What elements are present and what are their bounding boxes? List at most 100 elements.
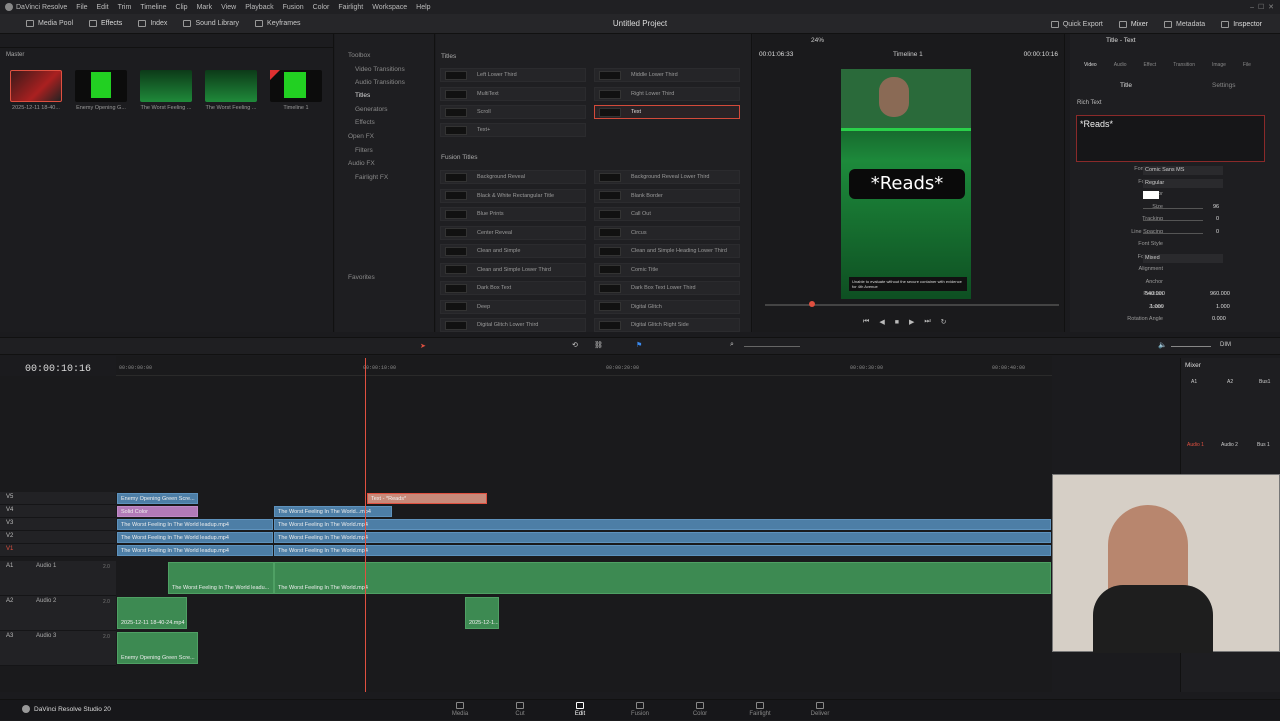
effect-item[interactable]: Left Lower Third bbox=[440, 68, 586, 82]
metadata-button[interactable]: Metadata bbox=[1156, 14, 1213, 34]
toolbox-item[interactable]: Effects bbox=[355, 119, 375, 126]
link-icon[interactable]: ⛓ bbox=[594, 341, 603, 349]
size-value[interactable]: 96 bbox=[1213, 204, 1219, 210]
audio-clip[interactable]: 2025-12-1... bbox=[465, 597, 499, 629]
color-swatch[interactable] bbox=[1143, 191, 1159, 199]
tracking-value[interactable]: 0 bbox=[1216, 216, 1219, 222]
effect-item[interactable]: Scroll bbox=[440, 105, 586, 119]
stop-icon[interactable]: ■ bbox=[895, 319, 899, 326]
clip-thumbnail[interactable] bbox=[75, 70, 127, 102]
timeline-clip[interactable]: The Worst Feeling In The World...mp4 bbox=[274, 506, 392, 517]
favorites-header[interactable]: Favorites bbox=[348, 274, 375, 281]
fusion-title-item[interactable]: Call Out bbox=[594, 207, 740, 221]
play-icon[interactable]: ▶ bbox=[909, 318, 914, 326]
fusion-title-item[interactable]: Digital Glitch bbox=[594, 299, 740, 314]
index-button[interactable]: Index bbox=[130, 14, 175, 34]
rich-text-input[interactable]: *Reads* bbox=[1076, 115, 1265, 162]
timeline-clip[interactable]: The Worst Feeling In The World leadup.mp… bbox=[117, 532, 273, 543]
viewer-zoom[interactable]: 24% bbox=[811, 37, 824, 44]
loop-icon[interactable]: ↻ bbox=[941, 318, 947, 326]
effect-item[interactable]: Right Lower Third bbox=[594, 87, 740, 101]
fusion-title-item[interactable]: Blue Prints bbox=[440, 207, 586, 221]
audio-clip[interactable]: The Worst Feeling In The World.mp4 bbox=[274, 562, 1051, 594]
audio-clip[interactable]: Enemy Opening Green Scre... bbox=[117, 632, 198, 664]
fusion-title-item[interactable]: Dark Box Text bbox=[440, 281, 586, 295]
position-x[interactable]: 540.000 bbox=[1145, 291, 1165, 297]
timeline-clip[interactable]: The Worst Feeling In The World.mp4 bbox=[274, 519, 1051, 530]
menu-workspace[interactable]: Workspace bbox=[372, 4, 407, 11]
tracking-slider[interactable] bbox=[1143, 220, 1203, 221]
timeline-clip[interactable]: Enemy Opening Green Scre... bbox=[117, 493, 198, 504]
track-header-a2[interactable]: A2 Audio 2 2.0 bbox=[0, 596, 116, 631]
size-slider[interactable] bbox=[1143, 208, 1203, 209]
page-fusion[interactable]: Fusion bbox=[615, 700, 665, 721]
toolbox-item[interactable]: Toolbox bbox=[348, 52, 370, 59]
fusion-title-item[interactable]: Deep bbox=[440, 299, 586, 314]
menu-edit[interactable]: Edit bbox=[97, 4, 109, 11]
audio-clip[interactable]: The Worst Feeling In The World leadu... bbox=[168, 562, 274, 594]
fusion-title-item[interactable]: Background Reveal bbox=[440, 170, 586, 184]
fusion-title-item[interactable]: Clean and Simple Heading Lower Third bbox=[594, 244, 740, 258]
rotation-value[interactable]: 0.000 bbox=[1212, 316, 1226, 322]
snapping-icon[interactable]: ⟲ bbox=[572, 341, 578, 349]
position-y[interactable]: 960.000 bbox=[1210, 291, 1230, 297]
track-header-v5[interactable]: V5 bbox=[0, 492, 116, 505]
page-cut[interactable]: Cut bbox=[495, 700, 545, 721]
viewer-frame[interactable]: *Reads* Unable to evaluate without the s… bbox=[841, 69, 971, 299]
subtab-title[interactable]: Title bbox=[1120, 82, 1132, 89]
effects-button[interactable]: Effects bbox=[81, 14, 130, 34]
tab-image[interactable]: Image bbox=[1212, 62, 1226, 68]
effect-item[interactable]: Middle Lower Third bbox=[594, 68, 740, 82]
effect-item-text-selected[interactable]: Text bbox=[594, 105, 740, 119]
timeline-clip[interactable]: Solid Color bbox=[117, 506, 198, 517]
keyframes-button[interactable]: Keyframes bbox=[247, 14, 308, 34]
toolbox-item[interactable]: Fairlight FX bbox=[355, 174, 388, 181]
tab-video[interactable]: Video bbox=[1084, 62, 1097, 68]
line-spacing-slider[interactable] bbox=[1143, 233, 1203, 234]
flag-icon[interactable]: ⚑ bbox=[636, 341, 642, 349]
timeline-clip[interactable]: The Worst Feeling In The World.mp4 bbox=[274, 545, 1051, 556]
toolbox-item[interactable]: Generators bbox=[355, 106, 388, 113]
sound-library-button[interactable]: Sound Library bbox=[175, 14, 247, 34]
media-pool-button[interactable]: Media Pool bbox=[18, 14, 81, 34]
page-media[interactable]: Media bbox=[435, 700, 485, 721]
fusion-title-item[interactable]: Digital Glitch Right Side bbox=[594, 318, 740, 332]
track-header-v1[interactable]: V1 bbox=[0, 544, 116, 557]
menu-mark[interactable]: Mark bbox=[197, 4, 213, 11]
timeline-clip[interactable]: The Worst Feeling In The World leadup.mp… bbox=[117, 519, 273, 530]
dim-button[interactable]: DIM bbox=[1220, 342, 1231, 348]
jump-end-icon[interactable]: ⏭ bbox=[924, 318, 930, 326]
toolbox-item[interactable]: Filters bbox=[355, 147, 373, 154]
tab-file[interactable]: File bbox=[1243, 62, 1251, 68]
title-overlay-text[interactable]: *Reads* bbox=[849, 169, 965, 199]
timeline-clip[interactable]: The Worst Feeling In The World.mp4 bbox=[274, 532, 1051, 543]
track-header-v2[interactable]: V2 bbox=[0, 531, 116, 544]
clip-thumbnail[interactable] bbox=[205, 70, 257, 102]
font-family-select[interactable]: Comic Sans MS bbox=[1143, 166, 1223, 175]
fusion-title-item[interactable]: Clean and Simple Lower Third bbox=[440, 262, 586, 277]
window-controls[interactable]: – ☐ ✕ bbox=[1250, 3, 1274, 11]
clip-thumbnail[interactable] bbox=[10, 70, 62, 102]
font-case-select[interactable]: Mixed bbox=[1143, 254, 1223, 263]
fusion-title-item[interactable]: Circus bbox=[594, 225, 740, 240]
menu-color[interactable]: Color bbox=[313, 4, 330, 11]
menu-fusion[interactable]: Fusion bbox=[283, 4, 304, 11]
tab-audio[interactable]: Audio bbox=[1114, 62, 1127, 68]
timeline-clip[interactable]: The Worst Feeling In The World leadup.mp… bbox=[117, 545, 273, 556]
fusion-title-item[interactable]: Background Reveal Lower Third bbox=[594, 170, 740, 184]
clip-thumbnail[interactable] bbox=[140, 70, 192, 102]
fusion-title-item[interactable]: Digital Glitch Lower Third bbox=[440, 318, 586, 332]
zoom-x[interactable]: 1.000 bbox=[1150, 304, 1164, 310]
menu-file[interactable]: File bbox=[76, 4, 87, 11]
effect-item[interactable]: Text+ bbox=[440, 123, 586, 137]
menu-fairlight[interactable]: Fairlight bbox=[338, 4, 363, 11]
timeline-name[interactable]: Timeline 1 bbox=[893, 51, 923, 58]
fusion-title-item[interactable]: Dark Box Text Lower Third bbox=[594, 281, 740, 295]
timeline-ruler[interactable]: 00:00:00:00 00:00:10:00 00:00:20:00 00:0… bbox=[116, 356, 1052, 376]
menu-timeline[interactable]: Timeline bbox=[140, 4, 166, 11]
menu-app[interactable]: DaVinci Resolve bbox=[16, 4, 67, 11]
timeline-zoom-slider[interactable] bbox=[744, 346, 800, 347]
playhead[interactable] bbox=[365, 358, 366, 692]
tab-transition[interactable]: Transition bbox=[1173, 62, 1195, 68]
toolbox-item[interactable]: Open FX bbox=[348, 133, 374, 140]
